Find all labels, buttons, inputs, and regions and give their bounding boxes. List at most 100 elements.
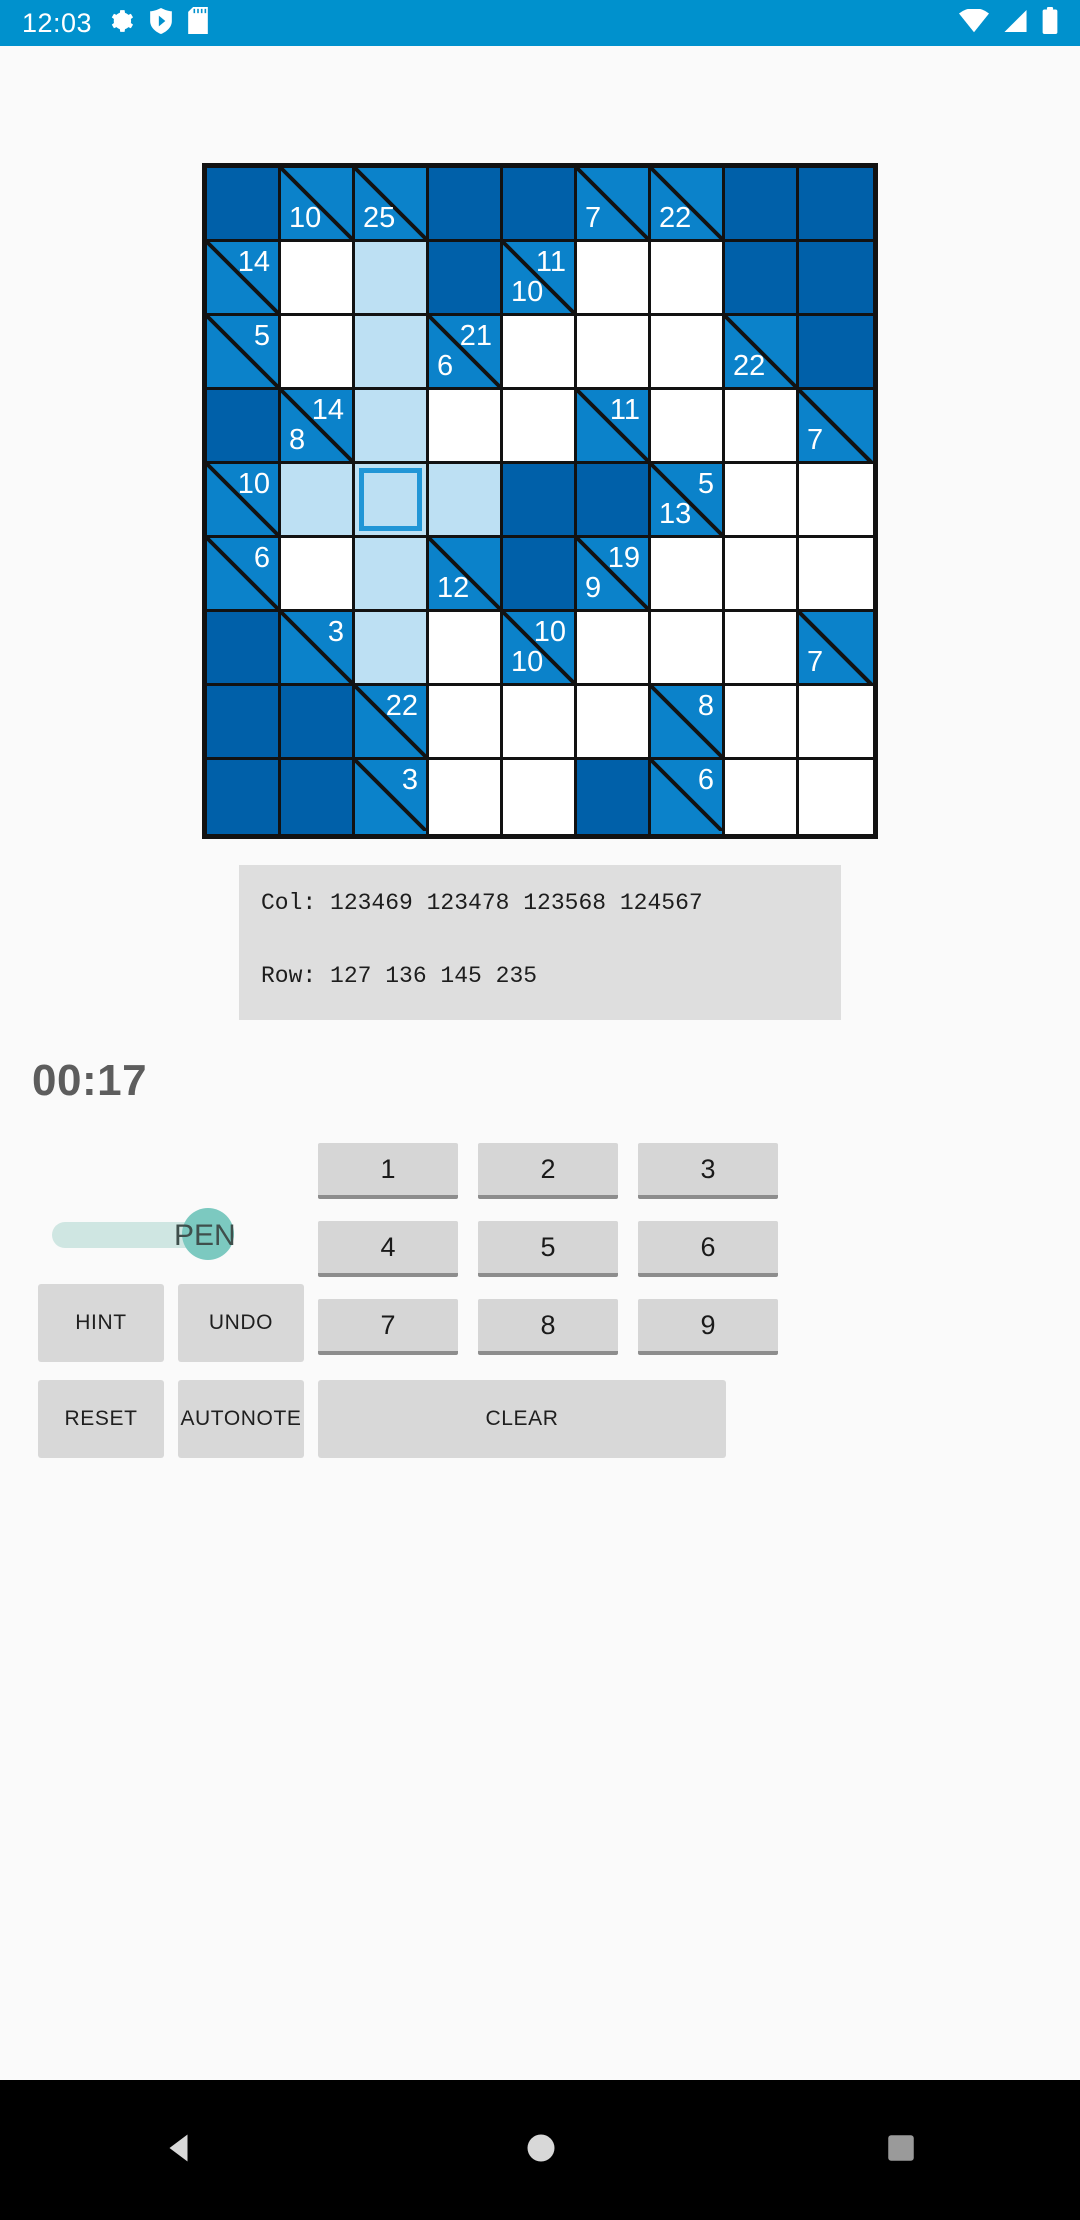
clue-cell[interactable]: 10 — [281, 168, 355, 242]
entry-cell[interactable] — [281, 316, 355, 390]
clue-cell[interactable]: 25 — [355, 168, 429, 242]
block-cell[interactable] — [503, 168, 577, 242]
number-button-7[interactable]: 7 — [318, 1299, 458, 1355]
highlighted-cell[interactable] — [355, 242, 429, 316]
entry-cell[interactable] — [281, 538, 355, 612]
block-cell[interactable] — [799, 242, 873, 316]
highlighted-cell[interactable] — [355, 538, 429, 612]
entry-cell[interactable] — [503, 686, 577, 760]
block-cell[interactable] — [281, 686, 355, 760]
block-cell[interactable] — [799, 316, 873, 390]
entry-cell[interactable] — [725, 686, 799, 760]
number-button-3[interactable]: 3 — [638, 1143, 778, 1199]
clue-cell[interactable]: 7 — [799, 390, 873, 464]
clue-cell[interactable]: 6 — [651, 760, 725, 834]
block-cell[interactable] — [207, 686, 281, 760]
block-cell[interactable] — [725, 242, 799, 316]
clue-cell[interactable]: 11 — [577, 390, 651, 464]
clue-cell[interactable]: 21 6 — [429, 316, 503, 390]
entry-cell[interactable] — [503, 390, 577, 464]
clue-cell[interactable]: 19 9 — [577, 538, 651, 612]
auto-note-button[interactable]: AUTO NOTE — [178, 1380, 304, 1458]
entry-cell[interactable] — [577, 316, 651, 390]
entry-cell[interactable] — [725, 464, 799, 538]
entry-cell[interactable] — [651, 390, 725, 464]
number-button-2[interactable]: 2 — [478, 1143, 618, 1199]
block-cell[interactable] — [503, 538, 577, 612]
entry-cell[interactable] — [725, 760, 799, 834]
number-button-4[interactable]: 4 — [318, 1221, 458, 1277]
entry-cell[interactable] — [651, 242, 725, 316]
clue-cell[interactable]: 14 — [207, 242, 281, 316]
highlighted-cell[interactable] — [355, 316, 429, 390]
clear-button[interactable]: CLEAR — [318, 1380, 726, 1458]
number-button-8[interactable]: 8 — [478, 1299, 618, 1355]
entry-cell[interactable] — [725, 390, 799, 464]
entry-cell[interactable] — [429, 686, 503, 760]
kakuro-board[interactable]: 10 25 7 22 14 11 10 5 21 6 22 14 8 11 7 10 5 13 6 12 19 9 3 10 1… — [202, 163, 878, 839]
entry-cell[interactable] — [429, 760, 503, 834]
block-cell[interactable] — [429, 168, 503, 242]
clue-cell[interactable]: 10 10 — [503, 612, 577, 686]
clue-cell[interactable]: 22 — [651, 168, 725, 242]
entry-cell[interactable] — [429, 390, 503, 464]
entry-cell[interactable] — [799, 686, 873, 760]
block-cell[interactable] — [429, 242, 503, 316]
block-cell[interactable] — [207, 390, 281, 464]
home-circle-icon[interactable] — [523, 2130, 559, 2171]
number-button-1[interactable]: 1 — [318, 1143, 458, 1199]
pen-toggle[interactable]: PEN — [52, 1208, 262, 1260]
clue-cell[interactable]: 22 — [355, 686, 429, 760]
block-cell[interactable] — [799, 168, 873, 242]
entry-cell[interactable] — [577, 612, 651, 686]
entry-cell[interactable] — [503, 760, 577, 834]
selected-cell[interactable] — [355, 464, 429, 538]
number-button-6[interactable]: 6 — [638, 1221, 778, 1277]
entry-cell[interactable] — [725, 612, 799, 686]
entry-cell[interactable] — [577, 242, 651, 316]
highlighted-cell[interactable] — [281, 464, 355, 538]
hint-button[interactable]: HINT — [38, 1284, 164, 1362]
clue-cell[interactable]: 5 — [207, 316, 281, 390]
clue-cell[interactable]: 7 — [799, 612, 873, 686]
clue-cell[interactable]: 22 — [725, 316, 799, 390]
highlighted-cell[interactable] — [355, 390, 429, 464]
clue-cell[interactable]: 12 — [429, 538, 503, 612]
entry-cell[interactable] — [799, 760, 873, 834]
clue-cell[interactable]: 10 — [207, 464, 281, 538]
block-cell[interactable] — [207, 612, 281, 686]
clue-cell[interactable]: 7 — [577, 168, 651, 242]
block-cell[interactable] — [207, 760, 281, 834]
number-button-9[interactable]: 9 — [638, 1299, 778, 1355]
entry-cell[interactable] — [725, 538, 799, 612]
reset-button[interactable]: RESET — [38, 1380, 164, 1458]
block-cell[interactable] — [281, 760, 355, 834]
entry-cell[interactable] — [651, 612, 725, 686]
block-cell[interactable] — [725, 168, 799, 242]
clue-cell[interactable]: 5 13 — [651, 464, 725, 538]
block-cell[interactable] — [577, 760, 651, 834]
clue-cell[interactable]: 3 — [355, 760, 429, 834]
clue-cell[interactable]: 14 8 — [281, 390, 355, 464]
recents-square-icon[interactable] — [884, 2131, 918, 2170]
block-cell[interactable] — [503, 464, 577, 538]
entry-cell[interactable] — [799, 464, 873, 538]
clue-cell[interactable]: 6 — [207, 538, 281, 612]
clue-cell[interactable]: 11 10 — [503, 242, 577, 316]
entry-cell[interactable] — [651, 538, 725, 612]
entry-cell[interactable] — [429, 612, 503, 686]
highlighted-cell[interactable] — [429, 464, 503, 538]
entry-cell[interactable] — [281, 242, 355, 316]
entry-cell[interactable] — [799, 538, 873, 612]
entry-cell[interactable] — [651, 316, 725, 390]
entry-cell[interactable] — [503, 316, 577, 390]
block-cell[interactable] — [207, 168, 281, 242]
clue-cell[interactable]: 8 — [651, 686, 725, 760]
back-triangle-icon[interactable] — [162, 2130, 198, 2171]
entry-cell[interactable] — [577, 686, 651, 760]
block-cell[interactable] — [577, 464, 651, 538]
undo-button[interactable]: UNDO — [178, 1284, 304, 1362]
number-pad[interactable]: 123 456 789 — [318, 1143, 778, 1355]
highlighted-cell[interactable] — [355, 612, 429, 686]
clue-cell[interactable]: 3 — [281, 612, 355, 686]
